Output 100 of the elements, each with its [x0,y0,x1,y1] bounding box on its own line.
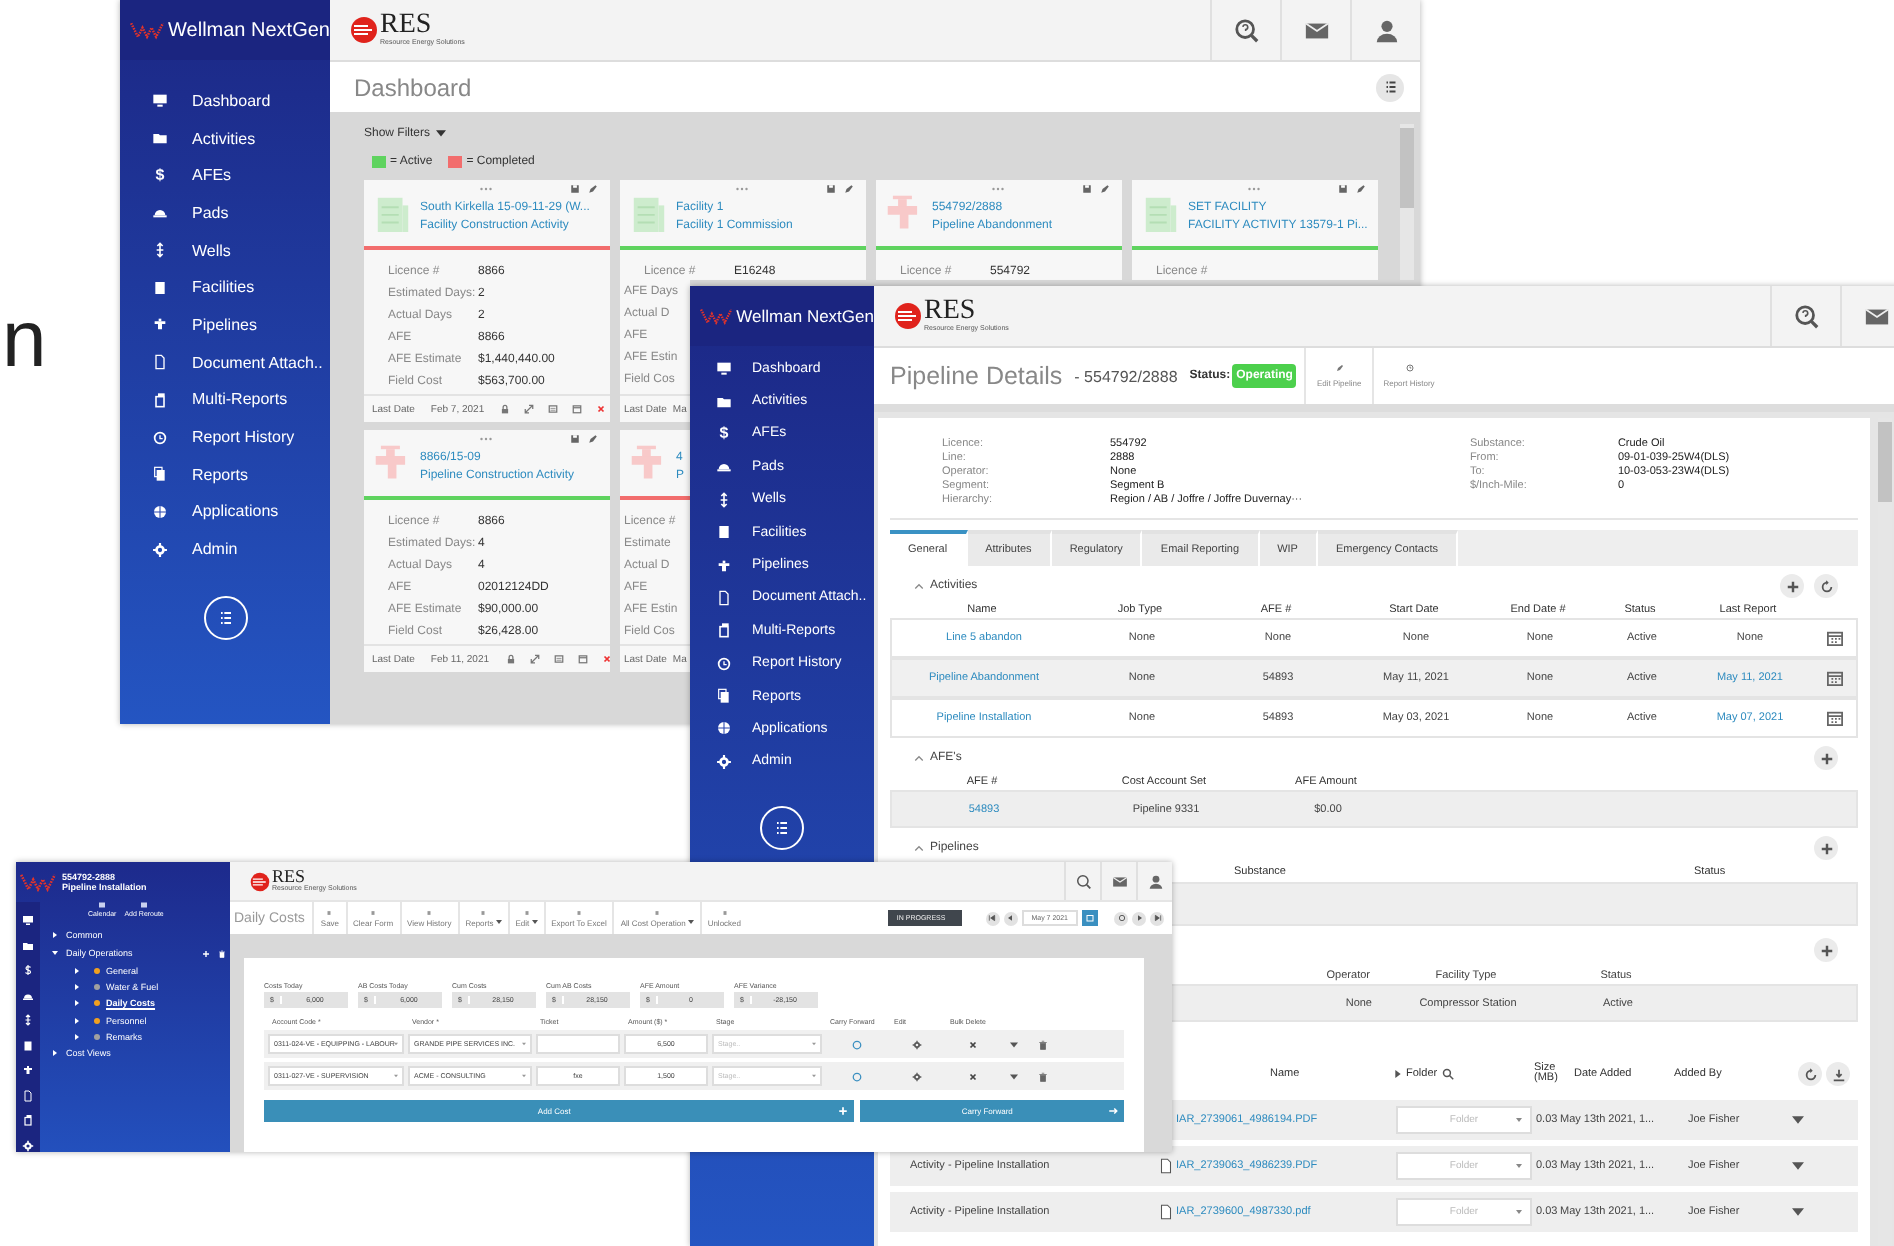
save-icon[interactable] [826,184,836,194]
calendar-icon[interactable] [1825,670,1843,686]
list-button[interactable] [203,595,247,640]
grip-icon[interactable] [992,186,1004,192]
calendar-icon[interactable] [1825,630,1843,646]
pencil-icon[interactable] [588,434,598,444]
pencil-icon[interactable] [1356,184,1366,194]
refresh-button[interactable] [1114,911,1128,925]
folder-icon[interactable] [22,939,34,951]
sidebar-item[interactable]: Pipelines [120,306,330,344]
tank-icon [374,192,412,234]
sidebar-item[interactable]: Reports [120,455,330,494]
dollar-icon[interactable] [22,964,34,976]
close-icon[interactable] [596,404,607,414]
settings-icon[interactable] [911,1039,921,1049]
add-button[interactable] [1780,574,1804,598]
hard-hat-icon[interactable] [22,989,34,1001]
add-icon[interactable] [202,949,210,957]
grip-icon[interactable] [1248,186,1260,192]
calendar-button[interactable] [1082,910,1098,926]
sidebar-item[interactable]: Multi-Reports [120,381,330,419]
double-arrow-icon[interactable] [22,1014,34,1026]
sidebar-item[interactable]: Document Attach.. [120,343,330,381]
grip-icon[interactable] [736,186,748,192]
save-icon[interactable] [1338,184,1348,194]
refresh-button[interactable] [1798,1062,1822,1086]
close-icon[interactable] [601,654,610,664]
trash-icon[interactable] [1037,1071,1047,1081]
refresh-button[interactable] [1814,574,1838,598]
scrollbar[interactable] [1400,124,1414,280]
sidebar-item[interactable]: Pads [120,194,330,232]
save-icon[interactable] [1082,184,1092,194]
previous-button[interactable] [1003,911,1018,925]
add-button[interactable] [1814,836,1838,860]
expand-arrow-icon[interactable] [74,967,80,974]
sidebar-item[interactable]: $ AFEs [120,156,330,195]
chevron-up-icon[interactable] [914,844,924,852]
calendar-icon[interactable] [572,404,583,414]
clipboard-icon[interactable] [22,1114,34,1126]
hard-hat-icon [716,458,732,475]
close-icon[interactable] [967,1071,977,1081]
pencil-icon[interactable] [1100,184,1110,194]
pencil-icon[interactable] [844,184,854,194]
carry-forward-icon[interactable] [851,1039,861,1049]
add-button[interactable] [1814,938,1838,962]
expand-arrow-icon[interactable] [74,1017,80,1024]
expand-arrow-icon[interactable] [74,1033,80,1040]
grip-icon[interactable] [480,186,492,192]
save-icon[interactable] [570,184,580,194]
page-title: Pipeline Details [890,362,1063,390]
monitor-icon[interactable] [22,914,34,926]
expand-icon[interactable] [524,404,535,414]
list-icon[interactable] [548,404,559,414]
tank-icon [1142,192,1180,234]
chevron-up-icon[interactable] [914,754,924,762]
tank-icon [630,192,668,234]
sidebar-item[interactable]: Report History [120,418,330,456]
chevron-up-icon[interactable] [914,582,924,590]
carry-forward-icon[interactable] [851,1071,861,1081]
double-arrow-icon [152,242,168,259]
grip-icon[interactable] [480,436,492,442]
mail-button[interactable] [1840,286,1894,346]
book-icon[interactable] [22,1039,34,1051]
sidebar-item[interactable]: Wells [120,231,330,269]
settings-icon[interactable] [911,1071,921,1081]
lock-icon[interactable] [505,654,516,664]
document-icon[interactable] [22,1089,34,1101]
search-icon[interactable] [1441,1068,1454,1080]
list-view-button[interactable] [1376,73,1404,101]
ticket-field[interactable] [536,1034,620,1054]
list-button[interactable] [760,806,804,851]
sidebar-item[interactable]: Dashboard [120,82,330,120]
first-button[interactable] [985,911,1000,925]
expand-arrow-icon[interactable] [52,1050,58,1057]
expand-icon[interactable] [529,654,540,664]
sidebar-item[interactable]: Activities [120,119,330,157]
calendar-icon[interactable] [577,654,588,664]
expand-arrow-icon[interactable] [1394,1070,1402,1078]
expand-arrow-icon[interactable] [74,983,80,990]
list-icon [1381,78,1399,96]
calendar-icon[interactable] [1825,710,1843,726]
refresh-icon [1117,914,1125,922]
list-icon[interactable] [553,654,564,664]
history-icon [1405,364,1413,372]
next-button[interactable] [1132,911,1146,925]
expand-arrow-icon[interactable] [52,950,58,956]
pencil-icon[interactable] [588,184,598,194]
logo-icon [894,302,922,330]
save-icon[interactable] [570,434,580,444]
sidebar-item[interactable]: Applications [120,493,330,531]
add-button[interactable] [1814,746,1838,770]
sidebar-item[interactable]: Facilities [120,268,330,307]
sidebar-item[interactable]: Admin [120,530,330,568]
close-icon[interactable] [967,1039,977,1049]
trash-icon[interactable] [1037,1039,1047,1049]
expand-arrow-icon[interactable] [74,1000,80,1007]
last-button[interactable] [1150,911,1164,925]
lock-icon[interactable] [500,404,511,414]
download-button[interactable] [1826,1062,1850,1086]
expand-arrow-icon[interactable] [52,932,58,938]
